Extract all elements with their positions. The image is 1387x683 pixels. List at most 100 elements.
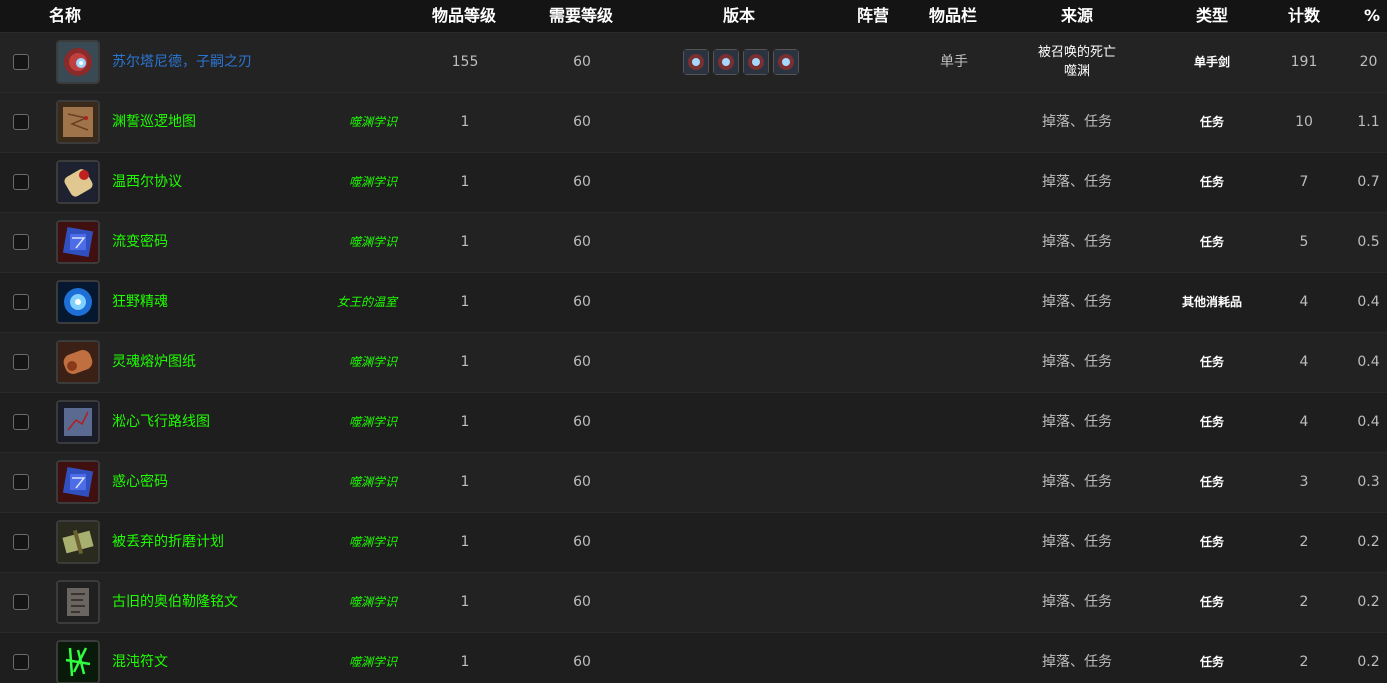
table-header: 名称 物品等级 需要等级 版本 阵营 物品栏 来源 类型 计数 % [0, 0, 1387, 32]
table-row[interactable]: 流变密码 噬渊学识 1 60 掉落、任务 任务 5 0.5 [0, 212, 1387, 272]
percent-cell: 0.5 [1357, 234, 1380, 250]
source-npc-link[interactable]: 被召唤的死亡 [1017, 43, 1137, 62]
source-cell: 掉落、任务 [1042, 654, 1112, 670]
item-name-link[interactable]: 苏尔塔尼德，子嗣之刃 [112, 33, 252, 91]
source-cell: 掉落、任务 [1042, 294, 1112, 310]
header-req-level[interactable]: 需要等级 [549, 0, 613, 32]
row-checkbox[interactable] [13, 234, 29, 250]
green-rune-icon[interactable] [56, 640, 100, 683]
blue-orb-icon[interactable] [56, 280, 100, 324]
header-percent[interactable]: % [1364, 0, 1380, 32]
item-name-link[interactable]: 灵魂熔炉图纸 [112, 333, 196, 391]
item-name-link[interactable]: 流变密码 [112, 213, 168, 271]
row-checkbox[interactable] [13, 654, 29, 670]
required-level-cell: 60 [573, 54, 591, 70]
bundle-icon[interactable] [56, 520, 100, 564]
item-level-cell: 1 [460, 474, 470, 490]
version-icon[interactable] [743, 49, 769, 75]
table-row[interactable]: 惑心密码 噬渊学识 1 60 掉落、任务 任务 3 0.3 [0, 452, 1387, 512]
type-cell: 任务 [1199, 595, 1224, 609]
item-level-cell: 1 [460, 594, 470, 610]
required-level-cell: 60 [573, 594, 591, 610]
required-level-cell: 60 [573, 174, 591, 190]
header-count[interactable]: 计数 [1288, 0, 1320, 32]
row-checkbox[interactable] [13, 534, 29, 550]
row-checkbox[interactable] [13, 54, 29, 70]
header-name[interactable]: 名称 [49, 0, 81, 32]
table-row[interactable]: 渊誓巡逻地图 噬渊学识 1 60 掉落、任务 任务 10 1.1 [0, 92, 1387, 152]
source-cell[interactable]: 被召唤的死亡 噬渊 [1017, 43, 1137, 81]
stone-tablet-icon[interactable] [56, 580, 100, 624]
table-row[interactable]: 古旧的奥伯勒隆铭文 噬渊学识 1 60 掉落、任务 任务 2 0.2 [0, 572, 1387, 632]
row-checkbox[interactable] [13, 354, 29, 370]
count-cell: 2 [1299, 594, 1309, 610]
table-row[interactable]: 温西尔协议 噬渊学识 1 60 掉落、任务 任务 7 0.7 [0, 152, 1387, 212]
cipher-cube-icon[interactable] [56, 460, 100, 504]
item-name-link[interactable]: 混沌符文 [112, 633, 168, 683]
header-item-level[interactable]: 物品等级 [432, 0, 496, 32]
required-level-cell: 60 [573, 654, 591, 670]
row-checkbox[interactable] [13, 414, 29, 430]
header-version[interactable]: 版本 [723, 0, 755, 32]
header-type[interactable]: 类型 [1196, 0, 1228, 32]
table-row[interactable]: 苏尔塔尼德，子嗣之刃 155 60 单手 被召唤的死亡 噬渊 单手剑 191 20 [0, 32, 1387, 92]
item-name-link[interactable]: 温西尔协议 [112, 153, 182, 211]
percent-cell: 0.3 [1357, 474, 1380, 490]
red-eye-helm-icon[interactable] [56, 40, 100, 84]
cipher-cube-icon[interactable] [56, 220, 100, 264]
header-source[interactable]: 来源 [1061, 0, 1093, 32]
item-name-link[interactable]: 惑心密码 [112, 453, 168, 511]
table-row[interactable]: 狂野精魂 女王的温室 1 60 掉落、任务 其他消耗品 4 0.4 [0, 272, 1387, 332]
count-cell: 4 [1299, 294, 1309, 310]
item-name-link[interactable]: 被丢弃的折磨计划 [112, 513, 224, 571]
percent-cell: 0.2 [1357, 594, 1380, 610]
type-cell: 任务 [1199, 415, 1224, 429]
table-row[interactable]: 被丢弃的折磨计划 噬渊学识 1 60 掉落、任务 任务 2 0.2 [0, 512, 1387, 572]
item-level-cell: 155 [451, 54, 479, 70]
version-icon[interactable] [713, 49, 739, 75]
source-cell: 掉落、任务 [1042, 174, 1112, 190]
required-level-cell: 60 [573, 534, 591, 550]
row-checkbox[interactable] [13, 474, 29, 490]
count-cell: 2 [1299, 654, 1309, 670]
item-level-cell: 1 [460, 354, 470, 370]
percent-cell: 0.4 [1357, 294, 1380, 310]
required-level-cell: 60 [573, 474, 591, 490]
sealed-scroll-icon[interactable] [56, 160, 100, 204]
row-checkbox[interactable] [13, 294, 29, 310]
source-cell: 掉落、任务 [1042, 414, 1112, 430]
item-level-cell: 1 [460, 114, 470, 130]
row-checkbox[interactable] [13, 594, 29, 610]
percent-cell: 20 [1359, 54, 1378, 70]
count-cell: 2 [1299, 534, 1309, 550]
type-cell: 任务 [1199, 475, 1224, 489]
blueprint-scroll-icon[interactable] [56, 340, 100, 384]
version-icon[interactable] [683, 49, 709, 75]
table-row[interactable]: 混沌符文 噬渊学识 1 60 掉落、任务 任务 2 0.2 [0, 632, 1387, 683]
type-cell: 其他消耗品 [1181, 295, 1242, 309]
count-cell: 5 [1299, 234, 1309, 250]
item-tag: 噬渊学识 [348, 235, 397, 249]
type-cell: 任务 [1199, 115, 1224, 129]
item-level-cell: 1 [460, 294, 470, 310]
row-checkbox[interactable] [13, 114, 29, 130]
item-name-link[interactable]: 狂野精魂 [112, 273, 168, 331]
source-zone-link[interactable]: 噬渊 [1017, 62, 1137, 81]
table-row[interactable]: 淞心飞行路线图 噬渊学识 1 60 掉落、任务 任务 4 0.4 [0, 392, 1387, 452]
header-faction[interactable]: 阵营 [857, 0, 889, 32]
item-name-link[interactable]: 淞心飞行路线图 [112, 393, 210, 451]
percent-cell: 0.4 [1357, 354, 1380, 370]
version-icon[interactable] [773, 49, 799, 75]
table-row[interactable]: 灵魂熔炉图纸 噬渊学识 1 60 掉落、任务 任务 4 0.4 [0, 332, 1387, 392]
item-name-link[interactable]: 古旧的奥伯勒隆铭文 [112, 573, 238, 631]
percent-cell: 0.2 [1357, 534, 1380, 550]
row-checkbox[interactable] [13, 174, 29, 190]
flight-map-icon[interactable] [56, 400, 100, 444]
item-name-link[interactable]: 渊誓巡逻地图 [112, 93, 196, 151]
item-level-cell: 1 [460, 534, 470, 550]
item-level-cell: 1 [460, 174, 470, 190]
header-slot[interactable]: 物品栏 [929, 0, 977, 32]
percent-cell: 0.7 [1357, 174, 1380, 190]
map-scroll-icon[interactable] [56, 100, 100, 144]
count-cell: 10 [1295, 114, 1313, 130]
